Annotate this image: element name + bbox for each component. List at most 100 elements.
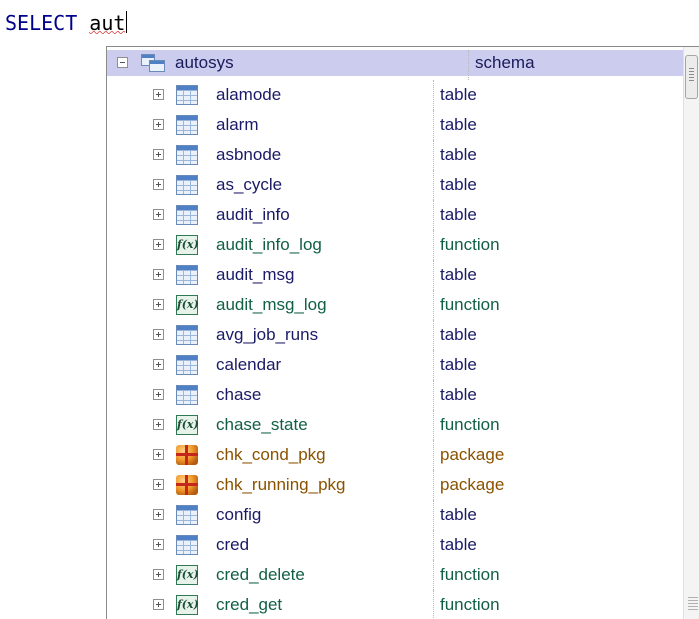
item-type: table xyxy=(440,265,477,284)
list-item[interactable]: f(x) cred_delete function xyxy=(107,560,683,590)
package-icon xyxy=(176,445,198,465)
item-type: package xyxy=(440,475,505,494)
list-item[interactable]: avg_job_runs table xyxy=(107,320,683,350)
item-type: table xyxy=(440,355,477,374)
list-item[interactable]: config table xyxy=(107,500,683,530)
item-name: audit_msg_log xyxy=(216,295,327,314)
item-type: function xyxy=(440,565,500,584)
list-item[interactable]: alarm table xyxy=(107,110,683,140)
list-item[interactable]: audit_msg table xyxy=(107,260,683,290)
list-item[interactable]: f(x) cred_get function xyxy=(107,590,683,619)
column-divider xyxy=(468,50,469,80)
item-name: chk_cond_pkg xyxy=(216,445,326,464)
autocomplete-popup[interactable]: autosys schema alamode table alarm table asb… xyxy=(106,46,699,619)
item-name: chk_running_pkg xyxy=(216,475,346,494)
item-type: table xyxy=(440,115,477,134)
item-type: table xyxy=(440,505,477,524)
list-item[interactable]: f(x) chase_state function xyxy=(107,410,683,440)
column-divider xyxy=(433,110,434,140)
collapse-icon[interactable] xyxy=(117,57,128,68)
column-divider xyxy=(433,290,434,320)
list-item[interactable]: f(x) audit_info_log function xyxy=(107,230,683,260)
item-name: alamode xyxy=(216,85,282,104)
list-item[interactable]: as_cycle table xyxy=(107,170,683,200)
expand-icon[interactable] xyxy=(153,389,164,400)
item-name: audit_info_log xyxy=(216,235,322,254)
function-icon: f(x) xyxy=(176,235,199,255)
column-divider xyxy=(433,530,434,560)
list-item[interactable]: chk_running_pkg package xyxy=(107,470,683,500)
item-name: config xyxy=(216,505,262,524)
list-item[interactable]: chk_cond_pkg package xyxy=(107,440,683,470)
expand-icon[interactable] xyxy=(153,119,164,130)
item-name: avg_job_runs xyxy=(216,325,319,344)
expand-icon[interactable] xyxy=(153,299,164,310)
list-item[interactable]: f(x) audit_msg_log function xyxy=(107,290,683,320)
list-item[interactable]: asbnode table xyxy=(107,140,683,170)
schema-name: autosys xyxy=(175,53,234,72)
item-type: table xyxy=(440,205,477,224)
list-item[interactable]: alamode table xyxy=(107,80,683,110)
package-icon xyxy=(176,475,198,495)
item-name: alarm xyxy=(216,115,259,134)
item-type: table xyxy=(440,85,477,104)
item-type: function xyxy=(440,595,500,614)
expand-icon[interactable] xyxy=(153,599,164,610)
expand-icon[interactable] xyxy=(153,509,164,520)
table-icon xyxy=(176,145,198,165)
item-name: cred_get xyxy=(216,595,283,614)
text-caret xyxy=(126,11,128,33)
expand-icon[interactable] xyxy=(153,269,164,280)
table-icon xyxy=(176,355,198,375)
column-divider xyxy=(433,170,434,200)
resize-grip-icon[interactable] xyxy=(688,597,698,611)
item-name: cred_delete xyxy=(216,565,305,584)
sql-editor-line[interactable]: SELECT aut xyxy=(5,10,128,36)
expand-icon[interactable] xyxy=(153,539,164,550)
function-icon: f(x) xyxy=(176,595,199,615)
function-icon: f(x) xyxy=(176,295,199,315)
select-keyword: SELECT xyxy=(5,11,78,35)
table-icon xyxy=(176,505,198,525)
schema-row-autosys[interactable]: autosys schema xyxy=(107,50,683,80)
expand-icon[interactable] xyxy=(153,89,164,100)
scrollbar-thumb[interactable] xyxy=(685,55,698,99)
scrollbar[interactable] xyxy=(683,47,699,619)
expand-icon[interactable] xyxy=(153,449,164,460)
schema-type: schema xyxy=(475,53,535,72)
column-divider xyxy=(433,410,434,440)
expand-icon[interactable] xyxy=(153,179,164,190)
list-item[interactable]: calendar table xyxy=(107,350,683,380)
item-type: table xyxy=(440,145,477,164)
function-icon: f(x) xyxy=(176,565,199,585)
table-icon xyxy=(176,265,198,285)
expand-icon[interactable] xyxy=(153,329,164,340)
column-divider xyxy=(433,590,434,619)
column-divider xyxy=(433,350,434,380)
item-type: table xyxy=(440,535,477,554)
list-item[interactable]: audit_info table xyxy=(107,200,683,230)
expand-icon[interactable] xyxy=(153,239,164,250)
function-icon: f(x) xyxy=(176,415,199,435)
expand-icon[interactable] xyxy=(153,479,164,490)
table-icon xyxy=(176,115,198,135)
column-divider xyxy=(433,260,434,290)
typed-text: aut xyxy=(89,11,126,35)
item-name: chase xyxy=(216,385,262,404)
item-name: asbnode xyxy=(216,145,282,164)
list-item[interactable]: cred table xyxy=(107,530,683,560)
column-divider xyxy=(433,470,434,500)
item-type: table xyxy=(440,385,477,404)
table-icon xyxy=(176,325,198,345)
expand-icon[interactable] xyxy=(153,359,164,370)
table-icon xyxy=(176,535,198,555)
column-divider xyxy=(433,500,434,530)
table-icon xyxy=(176,385,198,405)
expand-icon[interactable] xyxy=(153,149,164,160)
expand-icon[interactable] xyxy=(153,569,164,580)
expand-icon[interactable] xyxy=(153,209,164,220)
item-name: cred xyxy=(216,535,250,554)
table-icon xyxy=(176,205,198,225)
expand-icon[interactable] xyxy=(153,419,164,430)
list-item[interactable]: chase table xyxy=(107,380,683,410)
